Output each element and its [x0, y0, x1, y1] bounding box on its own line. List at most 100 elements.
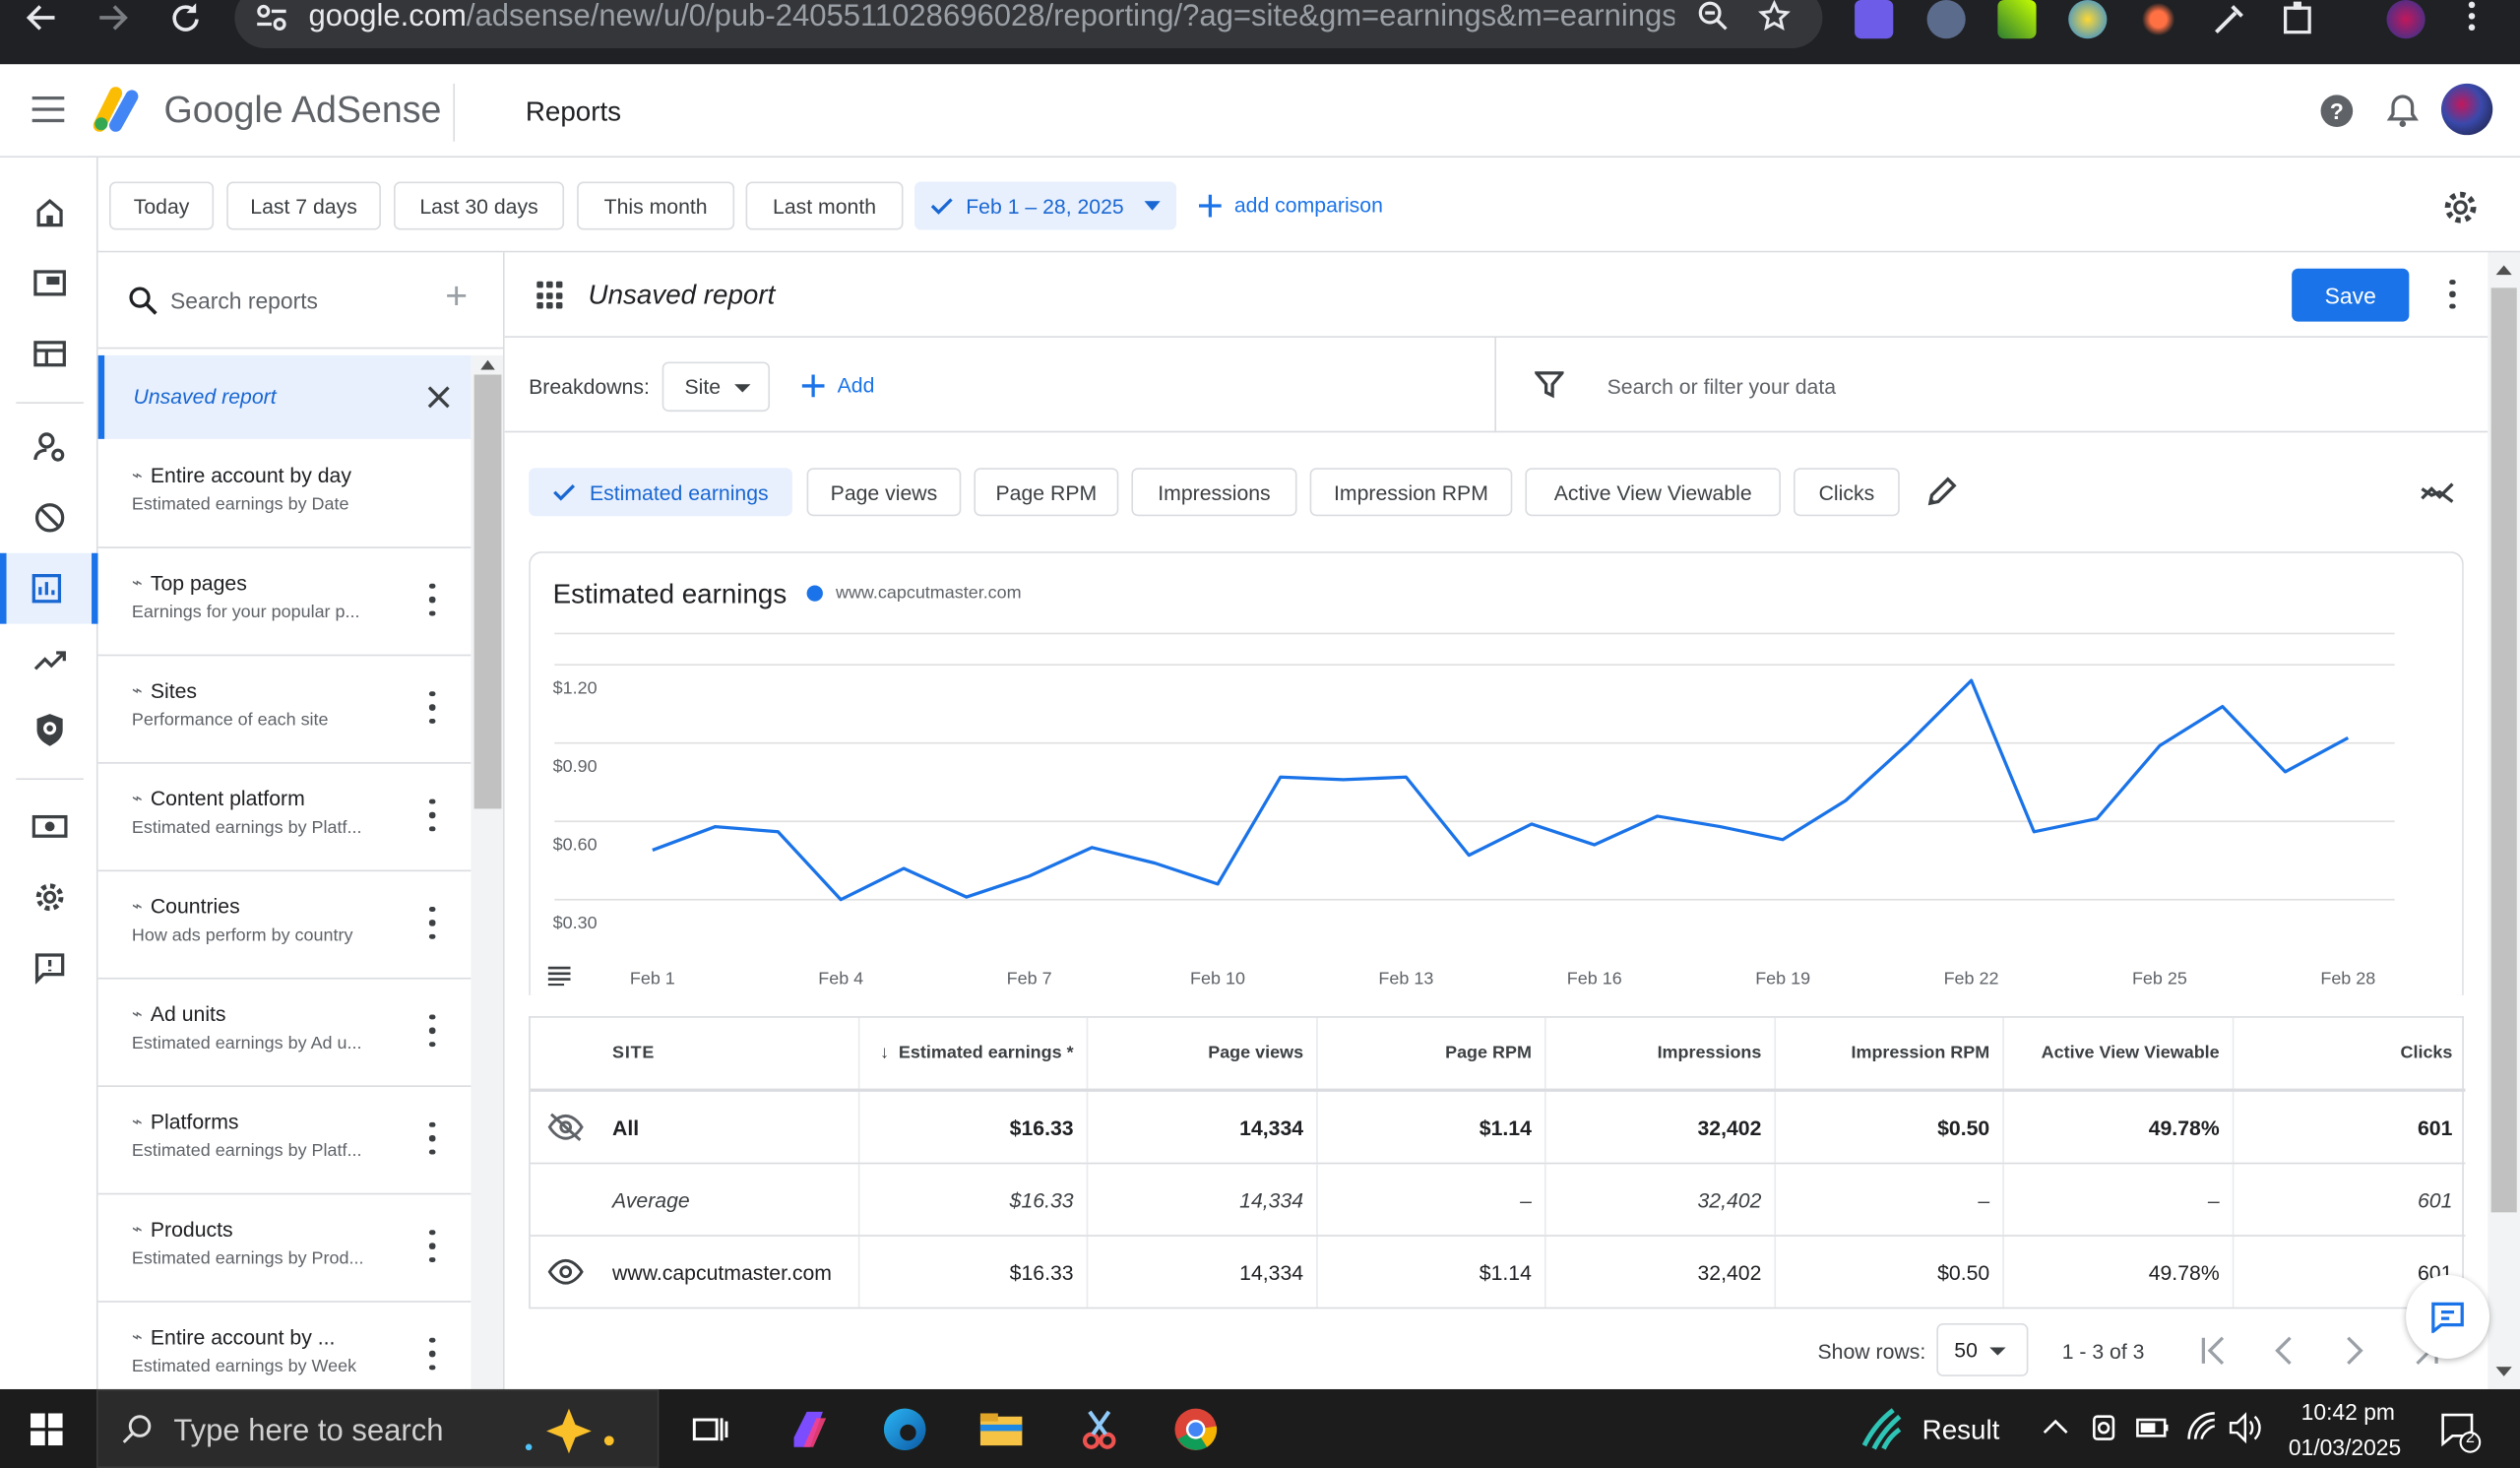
extension-spark-icon[interactable] — [2139, 0, 2178, 39]
nav-feedback[interactable] — [0, 932, 98, 1003]
add-breakdown-button[interactable]: Add — [801, 373, 874, 397]
nav-account[interactable] — [0, 862, 98, 932]
report-more-icon[interactable] — [427, 907, 437, 939]
scroll-up-icon[interactable] — [480, 359, 495, 370]
report-settings-gear-icon[interactable] — [2443, 190, 2479, 225]
nav-reports[interactable] — [0, 552, 98, 624]
report-item[interactable]: ⌁ Sites Performance of each site — [97, 656, 472, 764]
report-more-icon[interactable] — [2448, 280, 2458, 309]
nav-optimization[interactable] — [0, 624, 98, 695]
file-explorer-icon[interactable] — [977, 1405, 1026, 1453]
date-chip-last-30-days[interactable]: Last 30 days — [393, 181, 565, 230]
reload-icon[interactable] — [153, 0, 217, 35]
extension-chart-icon[interactable] — [1997, 0, 2037, 39]
eyedropper-icon[interactable] — [2210, 0, 2248, 38]
copilot-icon[interactable] — [785, 1405, 833, 1453]
column-header-active-view-viewable[interactable]: Active View Viewable — [2004, 1017, 2235, 1089]
battery-icon[interactable] — [2136, 1415, 2172, 1440]
first-page-icon[interactable] — [2200, 1336, 2226, 1366]
report-title[interactable]: Unsaved report — [589, 280, 776, 312]
search-reports-input[interactable]: Search reports — [170, 287, 318, 313]
notification-count-badge[interactable]: 2 — [2462, 1430, 2478, 1447]
column-header-estimated-earnings[interactable]: ↓ Estimated earnings * — [859, 1017, 1089, 1089]
back-icon[interactable] — [10, 0, 74, 35]
bookmark-star-icon[interactable] — [1758, 0, 1791, 32]
nav-privacy-messaging[interactable] — [0, 412, 98, 482]
report-item[interactable]: ⌁ Content platform Estimated earnings by … — [97, 764, 472, 872]
taskbar-search-input[interactable]: Type here to search — [173, 1415, 443, 1450]
metric-chip-clicks[interactable]: Clicks — [1794, 468, 1900, 517]
windows-start-icon[interactable] — [31, 1413, 63, 1446]
reports-scrollbar-thumb[interactable] — [473, 374, 502, 809]
nav-home[interactable] — [0, 177, 98, 248]
profile-avatar-icon[interactable] — [2386, 0, 2426, 39]
report-more-icon[interactable] — [427, 1337, 437, 1371]
next-page-icon[interactable] — [2345, 1336, 2364, 1366]
weather-widget-label[interactable]: Result — [1922, 1415, 2000, 1447]
search-reports-box[interactable]: Search reports + — [97, 252, 504, 350]
snipping-tool-icon[interactable] — [1075, 1405, 1123, 1453]
chart-data-table-icon[interactable] — [547, 966, 571, 987]
account-avatar[interactable] — [2440, 83, 2493, 136]
volume-icon[interactable] — [2229, 1412, 2264, 1444]
column-header-page-rpm[interactable]: Page RPM — [1318, 1017, 1546, 1089]
taskbar-search-box[interactable]: Type here to search — [95, 1388, 660, 1468]
report-more-icon[interactable] — [427, 583, 437, 616]
active-report-item[interactable]: Unsaved report — [97, 354, 472, 439]
scroll-up-icon[interactable] — [2495, 265, 2512, 276]
column-header-page-views[interactable]: Page views — [1088, 1017, 1318, 1089]
report-item[interactable]: ⌁ Entire account by ... Estimated earning… — [98, 1303, 472, 1389]
help-icon[interactable]: ? — [2319, 94, 2355, 129]
feedback-fab-button[interactable] — [2406, 1275, 2489, 1359]
date-chip-last-7-days[interactable]: Last 7 days — [226, 181, 381, 230]
date-chip-last-month[interactable]: Last month — [745, 181, 904, 230]
rows-per-page-select[interactable]: 50 — [1936, 1323, 2029, 1376]
wifi-icon[interactable] — [2185, 1410, 2218, 1442]
apps-grid-icon[interactable] — [536, 281, 565, 310]
address-bar[interactable]: google.com/adsense/new/u/0/pub-240551102… — [234, 0, 1823, 48]
extension-d-icon[interactable] — [1855, 0, 1894, 39]
main-menu-icon[interactable] — [32, 96, 65, 123]
nav-brand-safety[interactable] — [0, 694, 98, 765]
show-hidden-icons-chevron-up-icon[interactable] — [2043, 1418, 2068, 1434]
edge-browser-icon[interactable] — [881, 1405, 929, 1453]
taskbar-clock-date[interactable]: 01/03/2025 — [2273, 1435, 2418, 1460]
report-more-icon[interactable] — [427, 1014, 437, 1048]
report-more-icon[interactable] — [427, 798, 437, 832]
nav-sites[interactable] — [0, 247, 98, 318]
metric-chip-page-rpm[interactable]: Page RPM — [974, 468, 1119, 517]
meet-now-icon[interactable] — [2089, 1412, 2117, 1444]
new-report-plus-icon[interactable]: + — [445, 278, 468, 316]
previous-page-icon[interactable] — [2274, 1336, 2294, 1366]
metric-chip-estimated-earnings[interactable]: Estimated earnings — [529, 468, 792, 517]
edit-metrics-pencil-icon[interactable] — [1925, 476, 1958, 508]
extensions-puzzle-icon[interactable] — [2281, 0, 2319, 38]
reports-scrollbar[interactable] — [471, 354, 504, 1389]
scroll-down-icon[interactable] — [2495, 1367, 2512, 1376]
report-item[interactable]: ⌁ Entire account by day Estimated earning… — [97, 440, 472, 548]
metric-chip-page-views[interactable]: Page views — [806, 468, 962, 517]
metric-chip-impressions[interactable]: Impressions — [1131, 468, 1297, 517]
report-item[interactable]: ⌁ Countries How ads perform by country — [97, 871, 472, 980]
breakdown-select[interactable]: Site — [662, 361, 771, 413]
close-icon[interactable] — [426, 384, 452, 410]
nav-blocking-controls[interactable] — [0, 482, 98, 553]
nav-ads[interactable] — [0, 318, 98, 389]
site-info-icon[interactable] — [256, 3, 288, 32]
report-item[interactable]: ⌁ Platforms Estimated earnings by Platf..… — [97, 1087, 472, 1195]
metric-chip-impression-rpm[interactable]: Impression RPM — [1309, 468, 1513, 517]
extension-cursor-icon[interactable] — [1926, 0, 1966, 39]
column-header-impression-rpm[interactable]: Impression RPM — [1776, 1017, 2004, 1089]
task-view-icon[interactable] — [686, 1405, 734, 1453]
extension-globe-icon[interactable] — [2068, 0, 2108, 39]
chart-trend-icon[interactable] — [2421, 476, 2456, 508]
metric-chip-active-view-viewable[interactable]: Active View Viewable — [1525, 468, 1781, 517]
date-chip-today[interactable]: Today — [109, 181, 215, 230]
column-header-site[interactable]: SITE — [531, 1017, 860, 1089]
main-scrollbar-thumb[interactable] — [2490, 287, 2517, 1213]
report-item[interactable]: ⌁ Ad units Estimated earnings by Ad u... — [97, 980, 472, 1087]
taskbar-clock-time[interactable]: 10:42 pm — [2279, 1399, 2417, 1425]
chrome-browser-icon[interactable] — [1171, 1405, 1220, 1453]
forward-icon[interactable] — [81, 0, 145, 35]
notifications-bell-icon[interactable] — [2385, 94, 2421, 129]
